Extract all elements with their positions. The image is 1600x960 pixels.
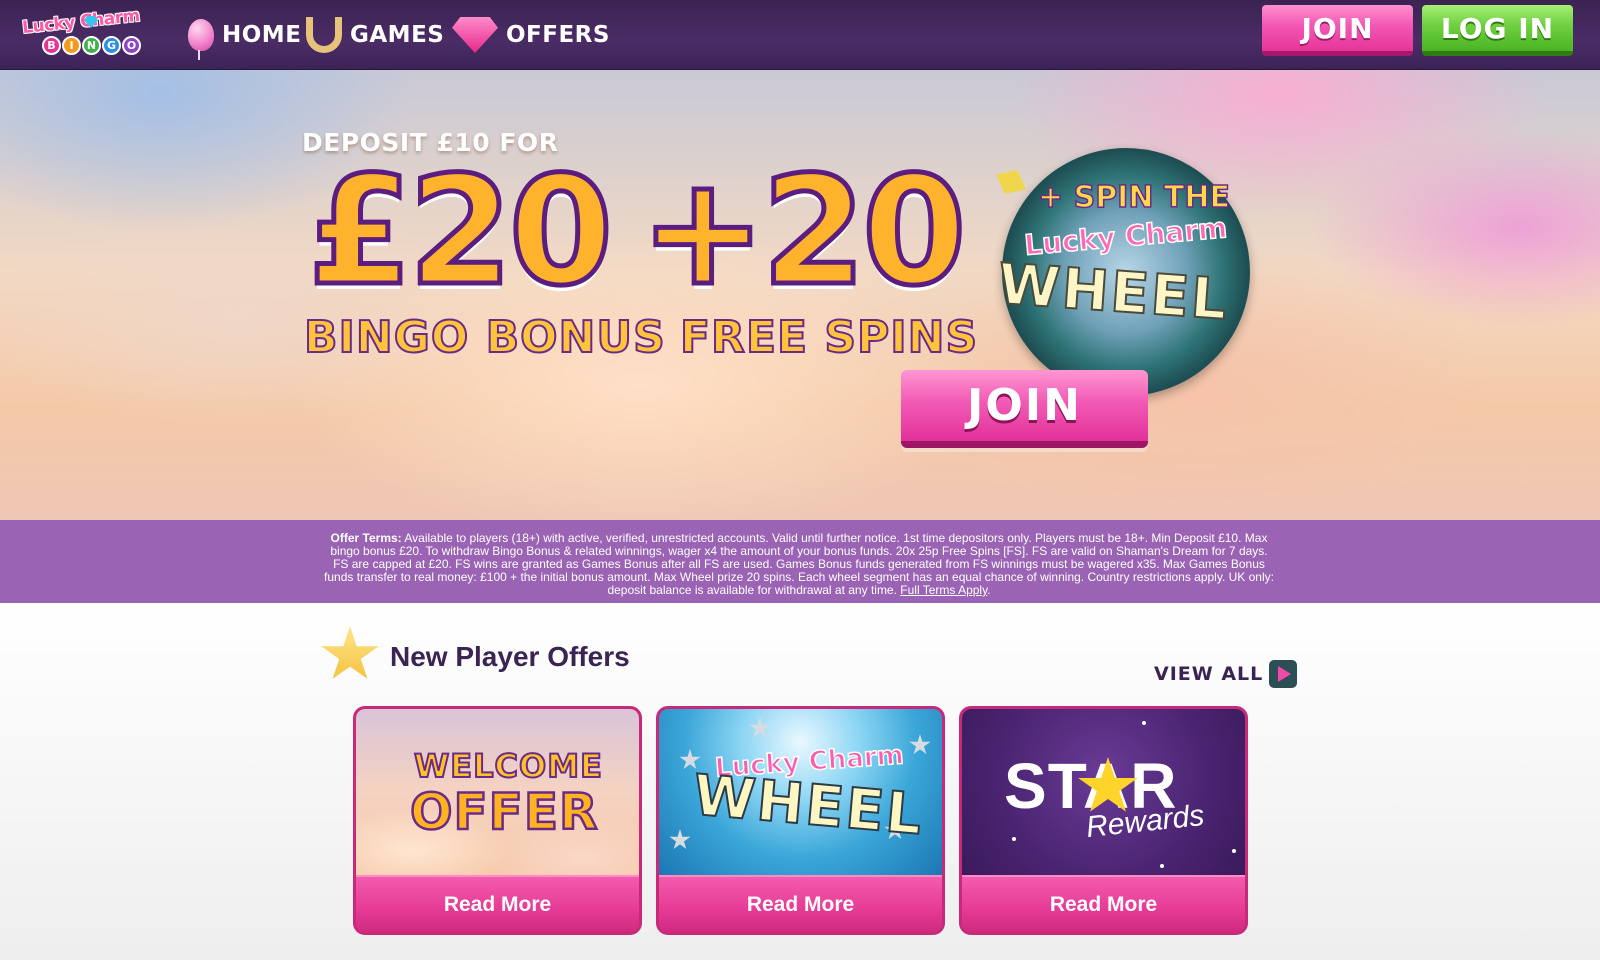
terms-end: .	[987, 583, 991, 597]
hero-banner[interactable]: DEPOSIT £10 FOR £20 +20 BINGO BONUS FREE…	[0, 70, 1600, 520]
read-more-button[interactable]: Read More	[356, 875, 639, 932]
login-button[interactable]: LOG IN	[1422, 5, 1573, 56]
section-title: New Player Offers	[390, 641, 630, 672]
bonus-label: BINGO BONUS	[303, 311, 666, 364]
read-more-button[interactable]: Read More	[659, 875, 942, 932]
wheel-pointer-icon	[996, 170, 1026, 194]
logo-ball: O	[122, 36, 141, 55]
nav-games-label: GAMES	[350, 22, 445, 48]
logo-bingo-balls: B I N G O	[42, 36, 141, 55]
offer-card-wheel[interactable]: Lucky Charm WHEEL Read More	[656, 706, 945, 935]
spins-label: FREE SPINS	[679, 311, 979, 364]
nav-home[interactable]: HOME	[188, 14, 302, 60]
terms-label: Offer Terms:	[330, 531, 402, 545]
welcome-offer-image[interactable]: WELCOME OFFER	[356, 709, 639, 875]
welcome-image-text: WELCOME	[413, 746, 603, 786]
decorative-dot	[1012, 837, 1016, 841]
logo-ball: I	[62, 36, 81, 55]
wheel-card-title-text: WHEEL	[690, 762, 928, 849]
read-more-button[interactable]: Read More	[962, 875, 1245, 932]
horseshoe-icon	[306, 17, 342, 53]
offer-card-welcome[interactable]: WELCOME OFFER Read More	[353, 706, 642, 935]
terms-body: Available to players (18+) with active, …	[324, 531, 1274, 597]
decorative-dot	[1142, 721, 1146, 725]
offer-image-text: OFFER	[409, 782, 599, 843]
hero-join-button[interactable]: JOIN	[901, 370, 1148, 448]
nav-offers[interactable]: OFFERS	[452, 14, 610, 56]
view-all-link[interactable]: VIEW ALL	[1154, 660, 1298, 688]
bonus-amount: £20	[305, 145, 615, 319]
decorative-dot	[1160, 864, 1164, 868]
diamond-icon	[452, 17, 498, 53]
play-icon	[1269, 660, 1298, 688]
nav-offers-label: OFFERS	[506, 22, 610, 48]
decorative-star-icon	[909, 734, 931, 755]
top-navigation-bar: Lucky Charm B I N G O HOME GAMES OFFERS …	[0, 0, 1600, 70]
balloon-icon	[188, 19, 214, 60]
spins-amount: +20	[637, 145, 968, 319]
offer-terms-strip: Offer Terms: Available to players (18+) …	[0, 520, 1600, 603]
lucky-charm-wheel-image[interactable]: Lucky Charm WHEEL	[659, 709, 942, 875]
decorative-star-icon	[749, 717, 771, 738]
logo-ball: B	[42, 36, 61, 55]
view-all-label: VIEW ALL	[1154, 663, 1264, 685]
decorative-star-icon	[669, 829, 691, 850]
offer-terms-text: Offer Terms: Available to players (18+) …	[324, 532, 1274, 597]
header-join-button[interactable]: JOIN	[1262, 5, 1413, 56]
nav-home-label: HOME	[222, 22, 302, 48]
logo-ball: G	[102, 36, 121, 55]
offer-card-star-rewards[interactable]: STAR Rewards Read More	[959, 706, 1248, 935]
logo-ball: N	[82, 36, 101, 55]
wheel-spin-text: + SPIN THE	[1037, 179, 1230, 216]
star-rewards-image[interactable]: STAR Rewards	[962, 709, 1245, 875]
lucky-charm-bingo-logo[interactable]: Lucky Charm B I N G O	[20, 6, 160, 62]
full-terms-link[interactable]: Full Terms Apply	[900, 583, 987, 597]
nav-games[interactable]: GAMES	[306, 14, 444, 56]
logo-text: Lucky Charm	[21, 5, 141, 39]
decorative-dot	[1232, 849, 1236, 853]
